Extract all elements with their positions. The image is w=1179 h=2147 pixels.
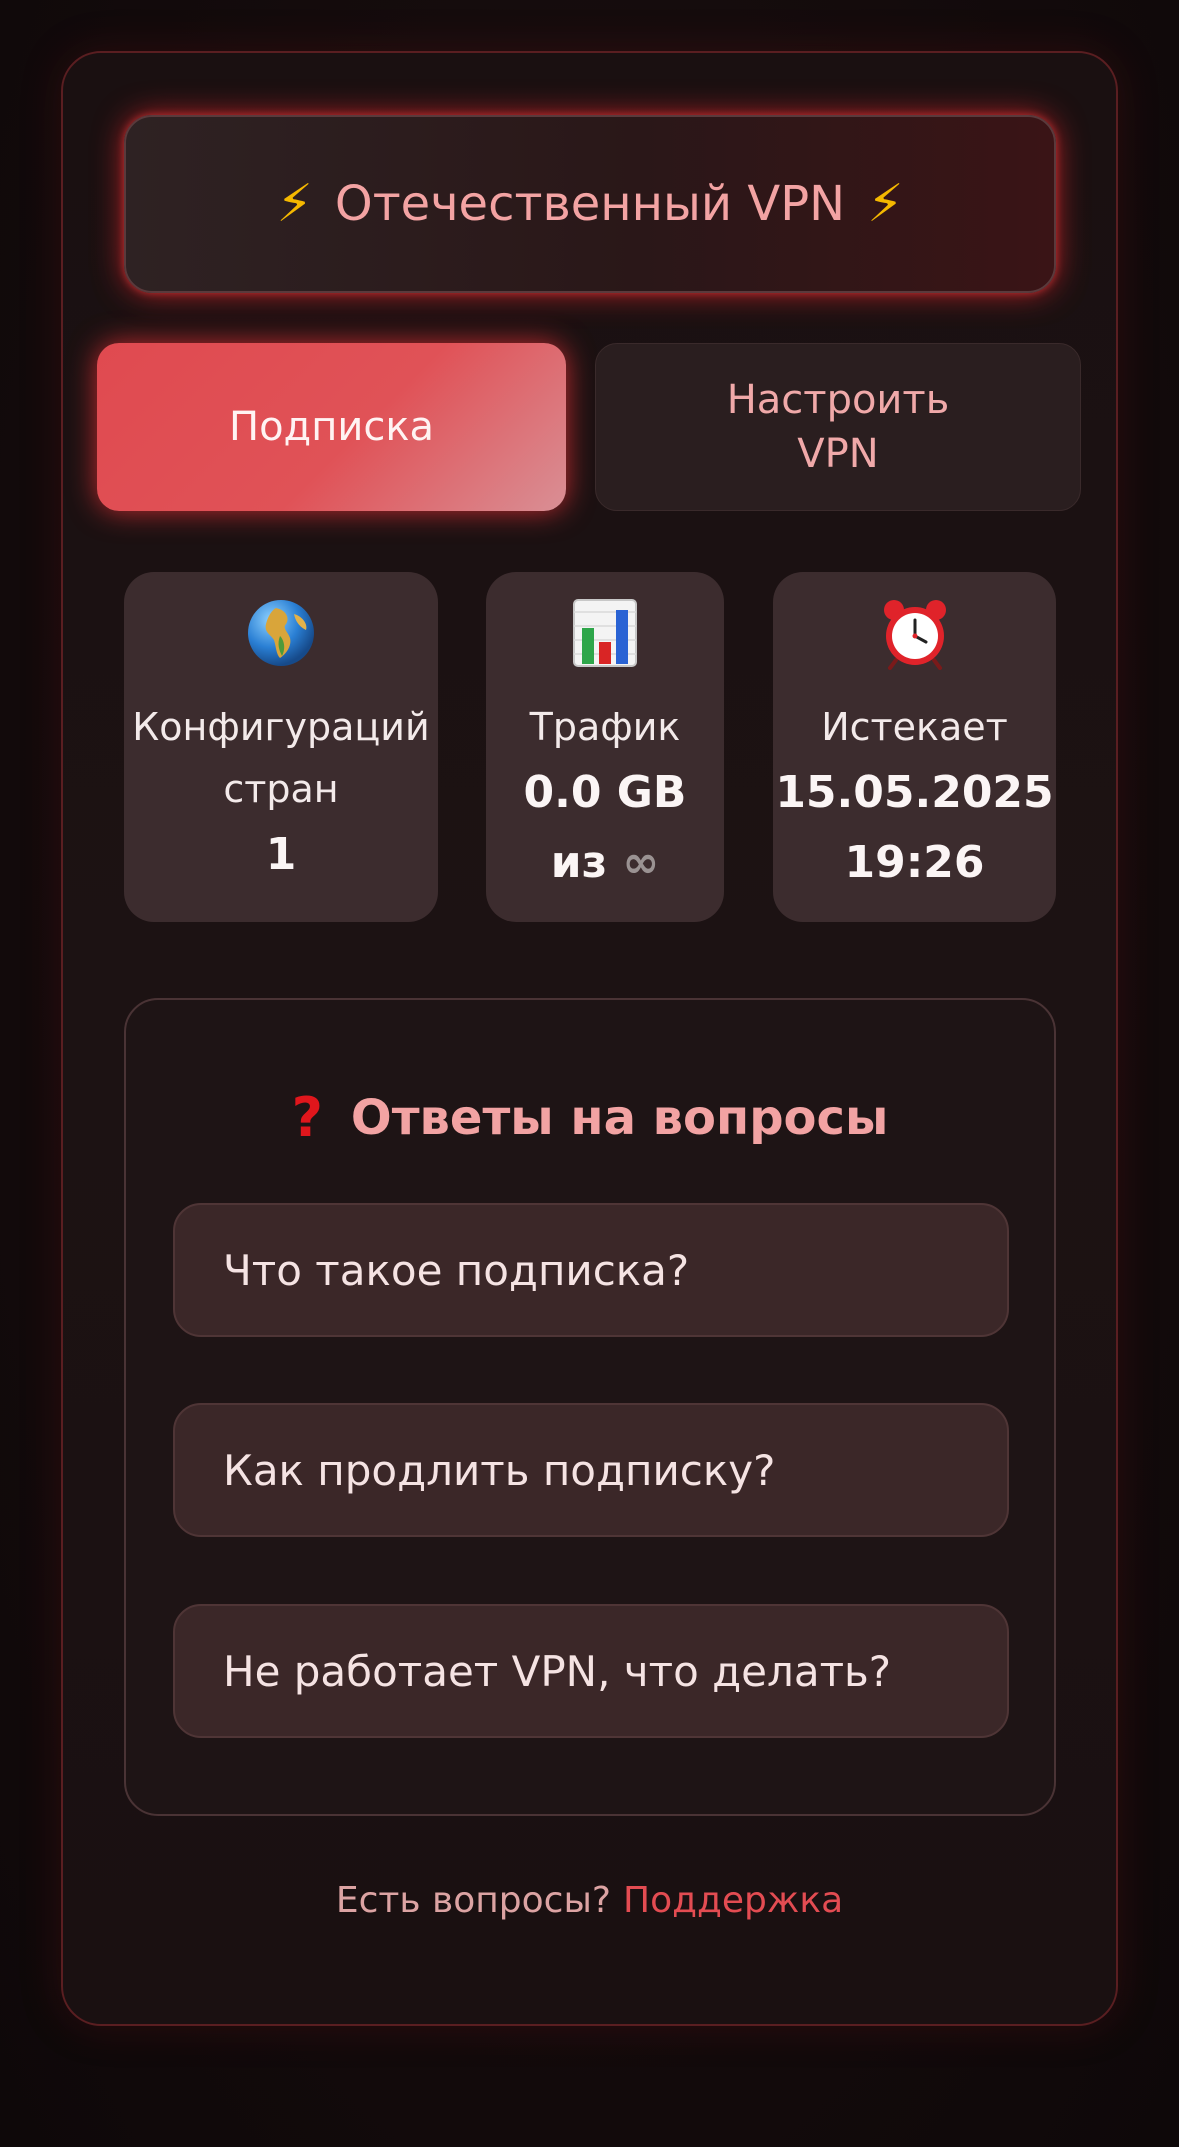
stat-configurations: Конфигураций стран 1 bbox=[124, 572, 438, 922]
stat-configurations-value: 1 bbox=[265, 829, 297, 880]
stat-traffic: Трафик 0.0 GB из ∞ bbox=[486, 572, 724, 922]
tab-subscription-label: Подписка bbox=[228, 404, 435, 450]
faq-item-label: Не работает VPN, что делать? bbox=[223, 1646, 892, 1696]
tab-setup-vpn[interactable]: Настроить VPN bbox=[595, 343, 1081, 511]
lightning-icon: ⚡ bbox=[867, 174, 904, 234]
lightning-icon: ⚡ bbox=[276, 174, 313, 234]
infinity-icon: ∞ bbox=[622, 837, 660, 888]
stat-traffic-limit: из ∞ bbox=[550, 837, 660, 888]
faq-item-label: Как продлить подписку? bbox=[223, 1445, 776, 1495]
stat-expires-time: 19:26 bbox=[844, 837, 985, 888]
stat-expires: Истекает 15.05.2025 19:26 bbox=[773, 572, 1056, 922]
tab-subscription[interactable]: Подписка bbox=[97, 343, 566, 511]
faq-item-vpn-not-working[interactable]: Не работает VPN, что делать? bbox=[173, 1604, 1009, 1738]
globe-icon bbox=[244, 596, 318, 670]
faq-item-what-is-subscription[interactable]: Что такое подписка? bbox=[173, 1203, 1009, 1337]
stat-expires-date: 15.05.2025 bbox=[775, 767, 1054, 818]
footer: Есть вопросы? Поддержка bbox=[0, 1880, 1179, 1921]
stat-traffic-label: Трафик bbox=[529, 705, 681, 749]
faq-item-how-to-renew[interactable]: Как продлить подписку? bbox=[173, 1403, 1009, 1537]
stat-configurations-label: Конфигураций bbox=[132, 705, 430, 749]
stat-expires-label: Истекает bbox=[821, 705, 1008, 749]
app-title: Отечественный VPN bbox=[334, 176, 846, 232]
faq-title: ? Ответы на вопросы bbox=[126, 1086, 1054, 1149]
faq-section: ? Ответы на вопросы Что такое подписка? … bbox=[124, 998, 1056, 1816]
app-header: ⚡ Отечественный VPN ⚡ bbox=[124, 115, 1056, 293]
stat-configurations-sublabel: стран bbox=[223, 767, 339, 811]
footer-text: Есть вопросы? bbox=[335, 1880, 612, 1921]
support-link[interactable]: Поддержка bbox=[623, 1880, 843, 1921]
stat-traffic-value: 0.0 GB bbox=[523, 767, 687, 818]
question-mark-icon: ? bbox=[291, 1086, 323, 1149]
tab-setup-vpn-label: Настроить VPN bbox=[726, 377, 950, 477]
bar-chart-icon bbox=[568, 596, 642, 670]
alarm-clock-icon bbox=[878, 596, 952, 670]
faq-title-text: Ответы на вопросы bbox=[350, 1089, 889, 1146]
faq-item-label: Что такое подписка? bbox=[223, 1245, 690, 1295]
